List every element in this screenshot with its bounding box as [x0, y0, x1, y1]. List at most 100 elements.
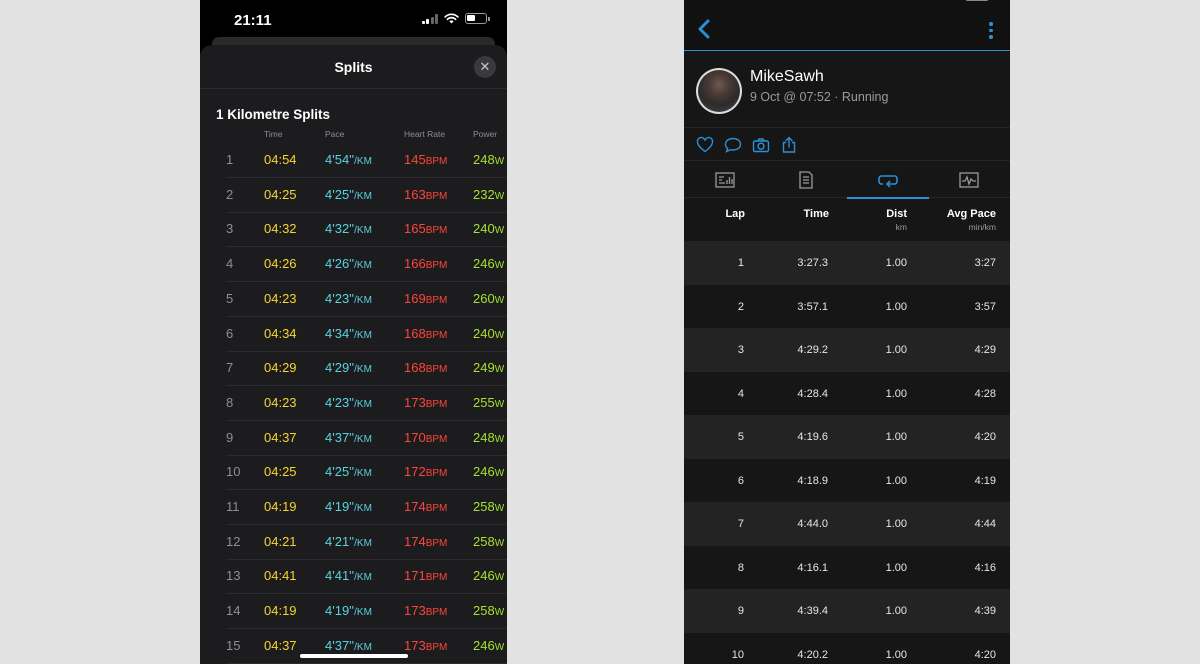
split-row: 9 04:37 4'37''/KM 170BPM 248W: [226, 421, 507, 456]
split-power: 232W: [473, 186, 505, 202]
split-time: 04:19: [264, 603, 297, 619]
lap-row[interactable]: 5 4:19.6 1.00 4:20: [684, 415, 1010, 459]
split-pace-unit: /KM: [354, 294, 372, 306]
back-arrow-icon[interactable]: [696, 18, 712, 40]
split-power-unit: W: [494, 260, 505, 272]
split-power: 258W: [473, 499, 505, 514]
split-pace: 4'37''/KM: [325, 429, 372, 445]
lap-row[interactable]: 3 4:29.2 1.00 4:29: [684, 328, 1010, 372]
split-heart-rate-unit: BPM: [425, 572, 448, 584]
column-header-pace: Pace: [325, 129, 345, 139]
lap-time: 4:20.2: [797, 648, 828, 661]
close-icon: ✕: [479, 59, 491, 74]
lap-time: 4:16.1: [797, 561, 828, 574]
split-heart-rate: 174BPM: [404, 533, 448, 549]
split-power: 258W: [473, 603, 505, 619]
split-power-unit: W: [494, 156, 505, 167]
split-heart-rate-unit: BPM: [425, 537, 448, 549]
home-indicator: [300, 654, 408, 658]
camera-icon[interactable]: [752, 136, 770, 154]
activity-meta: 9 Oct @ 07:52 · Running: [750, 90, 889, 104]
comment-icon[interactable]: [724, 136, 742, 154]
split-row: 8 04:23 4'23''/KM 173BPM 255W: [226, 386, 507, 421]
share-icon[interactable]: [780, 136, 798, 154]
split-heart-rate-unit: BPM: [425, 225, 448, 237]
tab-laps[interactable]: [847, 162, 929, 199]
user-name[interactable]: MikeSawh: [750, 68, 824, 86]
split-number: 14: [226, 603, 241, 619]
tab-details[interactable]: [766, 162, 848, 198]
split-row: 6 04:34 4'34''/KM 168BPM 240W: [226, 317, 507, 352]
lap-row[interactable]: 6 4:18.9 1.00 4:19: [684, 459, 1010, 503]
split-row: 13 04:41 4'41''/KM 171BPM 246W: [226, 559, 507, 595]
split-time: 04:26: [264, 256, 297, 272]
split-row: 14 04:19 4'19''/KM 173BPM 258W: [226, 594, 507, 630]
split-heart-rate-unit: BPM: [425, 156, 448, 167]
lap-row[interactable]: 8 4:16.1 1.00 4:16: [684, 546, 1010, 590]
lap-distance: 1.00: [885, 561, 907, 574]
split-power-unit: W: [494, 329, 505, 341]
social-actions: [684, 129, 1010, 161]
lap-time: 4:44.0: [797, 518, 828, 530]
split-time: 04:32: [264, 221, 297, 237]
chart-tab-icon: [959, 172, 979, 188]
split-power: 248W: [473, 429, 505, 445]
split-time: 04:19: [264, 499, 297, 514]
right-phone-screen: MikeSawh 9 Oct @ 07:52 · Running Lap Tim…: [684, 0, 1010, 664]
header-time: Time: [803, 208, 829, 220]
laps-table-header: Lap Time Dist km Avg Pace min/km: [684, 199, 1010, 241]
column-header-time: Time: [264, 129, 283, 139]
lap-row[interactable]: 7 4:44.0 1.00 4:44: [684, 502, 1010, 546]
split-number: 15: [226, 637, 241, 653]
lap-distance: 1.00: [885, 431, 907, 443]
split-row: 7 04:29 4'29''/KM 168BPM 249W: [226, 351, 507, 387]
nav-bar: [684, 0, 1010, 51]
lap-row[interactable]: 9 4:39.4 1.00 4:39: [684, 589, 1010, 633]
split-heart-rate-unit: BPM: [425, 641, 448, 653]
more-options-icon[interactable]: [988, 22, 994, 40]
split-time: 04:29: [264, 360, 297, 376]
tab-chart[interactable]: [929, 162, 1011, 198]
left-phone-screen: 21:11 Splits ✕ 1 Kilometre Splits Time P…: [200, 0, 507, 664]
split-row: 2 04:25 4'25''/KM 163BPM 232W: [226, 178, 507, 213]
split-time: 04:54: [264, 152, 297, 167]
lap-avg-pace: 3:27: [974, 257, 996, 269]
split-pace: 4'37''/KM: [325, 637, 372, 653]
split-heart-rate: 173BPM: [404, 603, 448, 619]
split-pace-unit: /KM: [354, 398, 372, 410]
lap-time: 4:29.2: [797, 344, 828, 356]
lap-distance: 1.00: [885, 648, 907, 661]
sheet-title: Splits: [334, 59, 373, 75]
status-bar: 21:11: [200, 0, 507, 40]
heart-icon[interactable]: [696, 136, 714, 154]
split-power: 249W: [473, 360, 505, 376]
split-pace-unit: /KM: [354, 260, 372, 272]
split-pace: 4'26''/KM: [325, 256, 372, 272]
split-number: 2: [226, 186, 234, 202]
lap-row[interactable]: 10 4:20.2 1.00 4:20: [684, 633, 1010, 664]
avatar[interactable]: [696, 68, 742, 114]
split-heart-rate: 165BPM: [404, 221, 448, 237]
split-power: 255W: [473, 394, 505, 410]
split-time: 04:25: [264, 186, 297, 202]
split-heart-rate-unit: BPM: [425, 294, 448, 306]
lap-row[interactable]: 2 3:57.1 1.00 3:57: [684, 285, 1010, 329]
lap-avg-pace: 4:29: [974, 344, 996, 356]
split-power: 240W: [473, 221, 505, 237]
header-dist-unit: km: [895, 222, 907, 232]
split-power-unit: W: [494, 503, 505, 514]
split-number: 1: [226, 152, 234, 167]
split-power-unit: W: [494, 572, 505, 584]
tab-stats[interactable]: [684, 162, 766, 198]
split-pace-unit: /KM: [354, 433, 372, 445]
wifi-icon: [444, 13, 459, 24]
split-time: 04:41: [264, 568, 297, 584]
split-pace-unit: /KM: [354, 607, 372, 619]
close-button[interactable]: ✕: [474, 56, 496, 78]
split-heart-rate: 163BPM: [404, 186, 448, 202]
header-lap: Lap: [725, 208, 745, 220]
split-pace: 4'25''/KM: [325, 464, 372, 480]
laps-tab-icon: [877, 175, 898, 188]
lap-row[interactable]: 1 3:27.3 1.00 3:27: [684, 241, 1010, 285]
lap-row[interactable]: 4 4:28.4 1.00 4:28: [684, 372, 1010, 416]
